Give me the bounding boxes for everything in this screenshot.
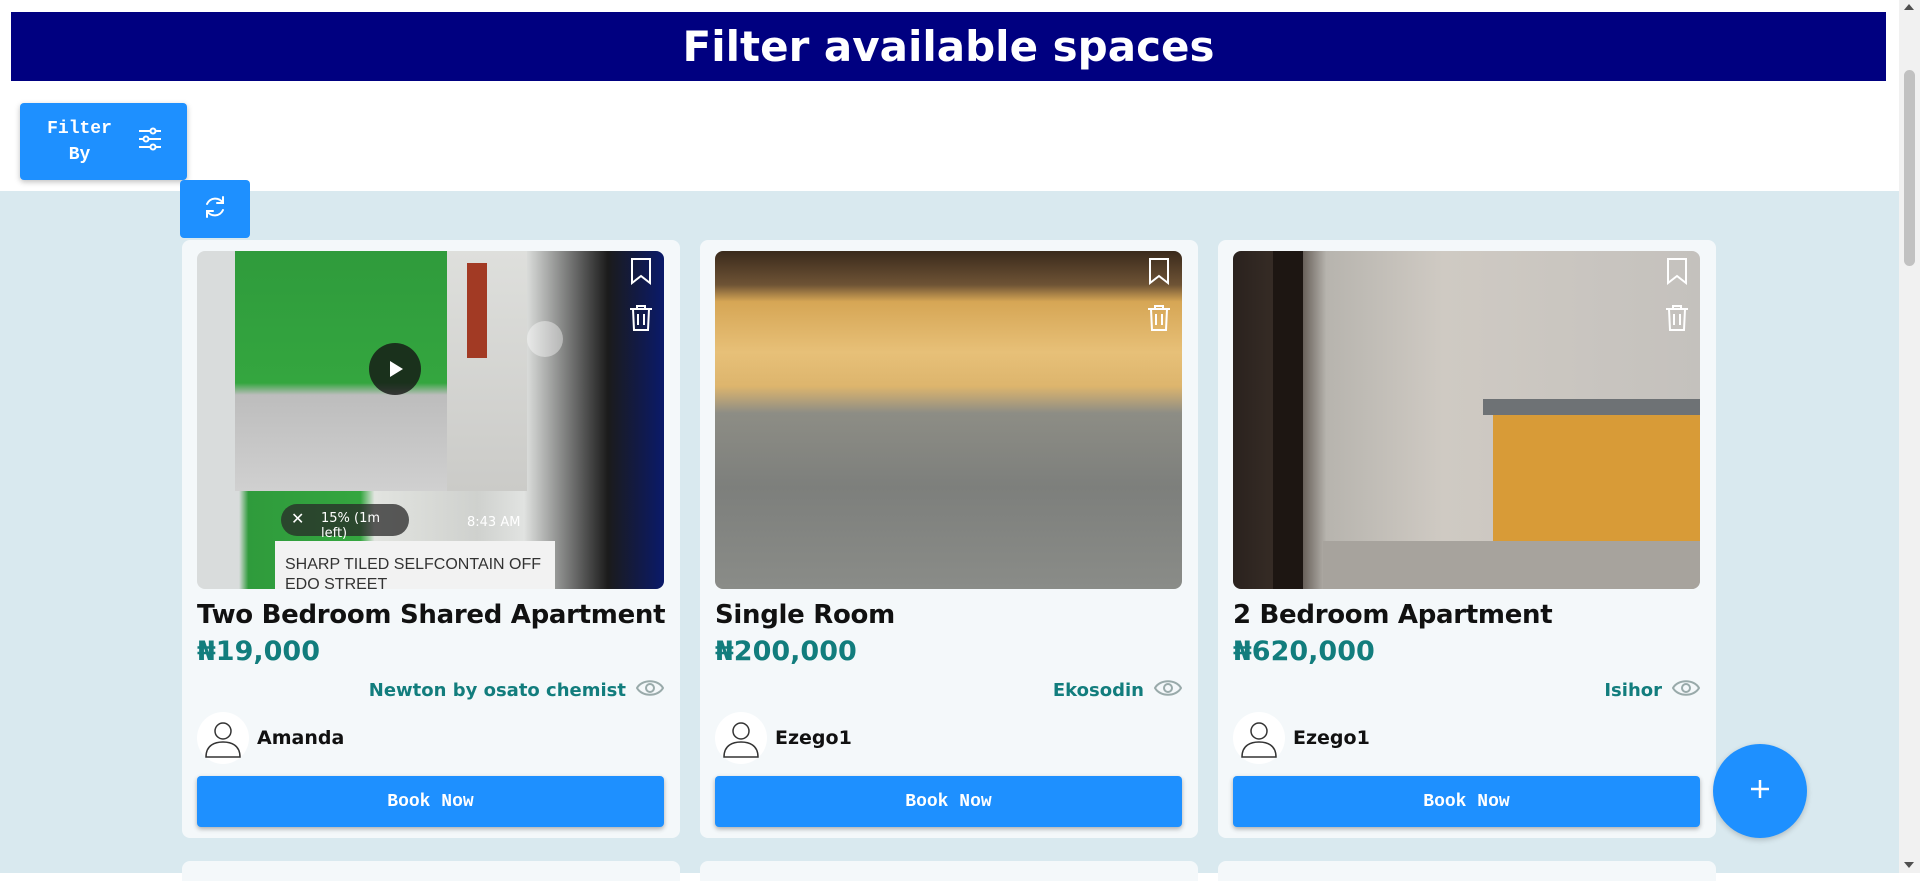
avatar [1233,712,1285,764]
close-icon[interactable]: ✕ [291,509,304,529]
forward-icon [527,321,563,357]
sliders-icon [137,126,163,157]
owner-name: Ezego1 [1293,727,1370,749]
avatar [197,712,249,764]
page-title-banner: Filter available spaces [11,12,1886,81]
refresh-button[interactable] [180,180,250,238]
scroll-up-arrow-icon[interactable] [1904,4,1914,10]
listing-owner: Amanda [197,712,344,764]
listing-owner: Ezego1 [1233,712,1370,764]
play-icon[interactable] [369,343,421,395]
trash-icon[interactable] [1662,303,1692,333]
book-now-button[interactable]: Book Now [715,776,1182,827]
refresh-icon [202,194,228,225]
listing-image[interactable] [715,251,1182,589]
listing-card-partial [700,861,1198,881]
trash-icon[interactable] [626,303,656,333]
listing-card: 2 Bedroom Apartment ₦620,000 Isihor Ezeg… [1218,240,1716,838]
bookmark-icon[interactable] [1662,256,1692,286]
location-label: Ekosodin [1052,680,1144,701]
location-label: Newton by osato chemist [368,680,626,701]
listing-video-thumbnail[interactable]: ✕ 15% (1m left) 8:43 AM SHARP TILED SELF… [197,251,664,589]
listing-price: ₦620,000 [1233,636,1375,667]
listing-card-partial [182,861,680,881]
bookmark-icon[interactable] [626,256,656,286]
listing-title: 2 Bedroom Apartment [1233,600,1553,630]
location-label: Isihor [1604,680,1662,701]
add-listing-button[interactable] [1713,744,1807,838]
listing-location: Newton by osato chemist [368,678,665,703]
listing-card: ✕ 15% (1m left) 8:43 AM SHARP TILED SELF… [182,240,680,838]
owner-name: Ezego1 [775,727,852,749]
vertical-scrollbar[interactable] [1899,0,1920,873]
filter-by-label: Filter By [47,118,112,165]
listing-image[interactable] [1233,251,1700,589]
bookmark-icon[interactable] [1144,256,1174,286]
listing-price: ₦19,000 [197,636,320,667]
plus-icon [1748,777,1772,806]
avatar [715,712,767,764]
eye-icon[interactable] [635,678,665,703]
upload-progress-text: 15% (1m left) [321,511,381,541]
book-now-button[interactable]: Book Now [1233,776,1700,827]
listing-location: Ekosodin [1052,678,1183,703]
owner-name: Amanda [257,727,345,749]
message-time: 8:43 AM [467,515,521,530]
upload-progress-pill: ✕ 15% (1m left) [281,504,409,541]
page-title: Filter available spaces [682,22,1215,71]
listing-price: ₦200,000 [715,636,857,667]
listing-location: Isihor [1604,678,1701,703]
video-caption: SHARP TILED SELFCONTAIN OFF EDO STREET [285,556,542,589]
listing-title: Single Room [715,600,895,630]
book-now-button[interactable]: Book Now [197,776,664,827]
scroll-down-arrow-icon[interactable] [1904,862,1914,868]
scrollbar-thumb[interactable] [1904,70,1915,266]
eye-icon[interactable] [1153,678,1183,703]
filter-by-button[interactable]: Filter By [20,103,187,180]
eye-icon[interactable] [1671,678,1701,703]
listing-card-partial [1218,861,1716,881]
listing-owner: Ezego1 [715,712,852,764]
listing-card: Single Room ₦200,000 Ekosodin Ezego1 Boo… [700,240,1198,838]
listing-title: Two Bedroom Shared Apartment [197,600,666,630]
trash-icon[interactable] [1144,303,1174,333]
